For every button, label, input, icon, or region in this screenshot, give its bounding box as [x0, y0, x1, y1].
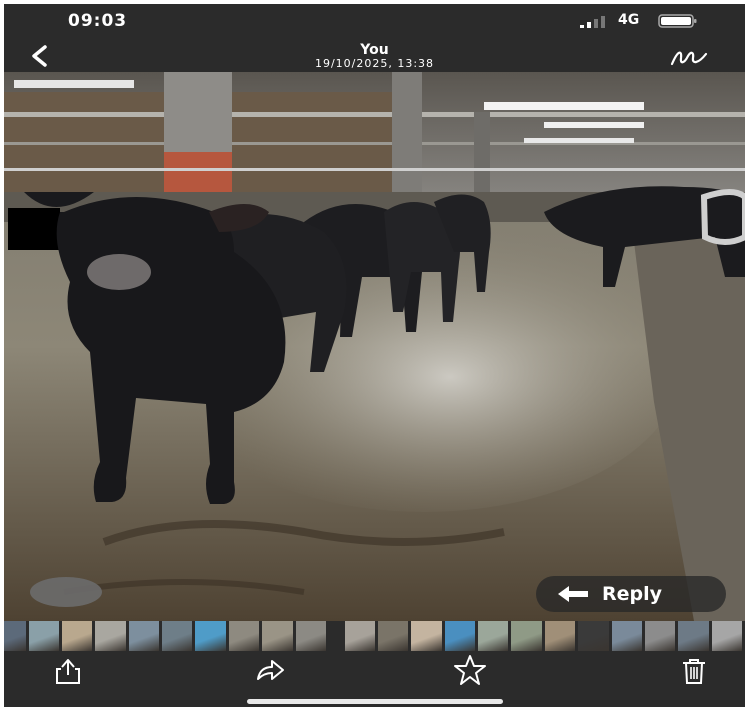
thumbnail[interactable] [711, 621, 743, 651]
thumbnail[interactable] [478, 621, 509, 651]
reply-label: Reply [602, 583, 663, 605]
page-title: You [360, 42, 389, 58]
forward-icon[interactable] [254, 657, 286, 685]
thumbnail[interactable] [344, 621, 375, 651]
thumbnail[interactable] [4, 621, 26, 651]
thumbnail[interactable] [578, 621, 609, 651]
thumbnail[interactable] [611, 621, 642, 651]
floating-overlay-dot [30, 577, 102, 607]
thumbnail-strip[interactable] [4, 621, 745, 651]
photo-viewer-image[interactable]: Reply [4, 72, 745, 621]
bottom-toolbar [4, 651, 745, 691]
thumbnail[interactable] [678, 621, 709, 651]
thumbnail[interactable] [377, 621, 409, 651]
thumbnail[interactable] [28, 621, 59, 651]
thumbnail[interactable] [411, 621, 442, 651]
thumbnail[interactable] [162, 621, 193, 651]
trash-icon[interactable] [678, 657, 710, 685]
page-subtitle: 19/10/2025, 13:38 [314, 57, 435, 70]
phone-screen: 09:03 4G You 19/10/2025, 13:38 Reply [4, 4, 745, 707]
markup-icon[interactable] [668, 46, 712, 70]
thumbnail[interactable] [128, 621, 160, 651]
battery-icon [658, 14, 697, 28]
thumbnail[interactable] [61, 621, 93, 651]
thumbnail[interactable] [644, 621, 676, 651]
thumbnail[interactable] [544, 621, 576, 651]
thumbnail[interactable] [195, 621, 226, 651]
home-indicator[interactable] [247, 699, 503, 704]
thumbnail[interactable] [295, 621, 326, 651]
network-type: 4G [618, 12, 640, 28]
share-icon[interactable] [52, 657, 84, 685]
thumbnail[interactable] [95, 621, 126, 651]
reply-arrow-icon [558, 586, 588, 602]
status-bar: 09:03 4G [4, 4, 745, 38]
thumbnail[interactable] [262, 621, 293, 651]
nav-bar: You 19/10/2025, 13:38 [4, 38, 745, 72]
thumbnail[interactable] [228, 621, 260, 651]
reply-button[interactable]: Reply [536, 576, 726, 612]
signal-icon [580, 16, 605, 28]
thumbnail[interactable] [444, 621, 476, 651]
thumbnail[interactable] [511, 621, 542, 651]
thumbnail-gap [329, 621, 345, 651]
status-time: 09:03 [68, 11, 128, 31]
star-icon[interactable] [452, 654, 488, 686]
